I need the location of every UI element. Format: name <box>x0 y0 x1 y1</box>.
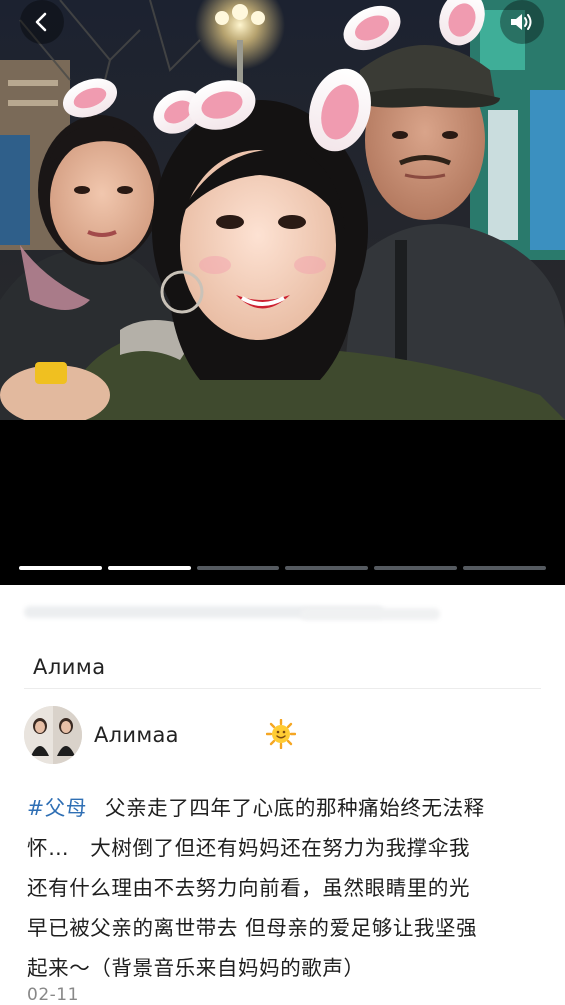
hashtag-link[interactable]: #父母 <box>27 796 87 820</box>
progress-segment <box>374 566 458 570</box>
speaker-volume-icon <box>511 14 532 30</box>
divider <box>24 688 541 689</box>
sound-button[interactable] <box>500 0 544 44</box>
post-description: #父母 父亲走了四年了心底的那种痛始终无法释 怀… 大树倒了但还有妈妈还在努力为我… <box>27 788 539 988</box>
post-photo <box>0 0 565 420</box>
back-button[interactable] <box>20 0 64 44</box>
description-line-5: 起来～（背景音乐来自妈妈的歌声） <box>27 956 365 980</box>
description-line-1: #父母 父亲走了四年了心底的那种痛始终无法释 <box>27 796 485 820</box>
progress-segment <box>285 566 369 570</box>
post-date: 02-11 <box>27 985 79 1005</box>
blurred-text <box>300 608 440 620</box>
author-name[interactable]: Алимаа <box>94 723 179 747</box>
progress-segment <box>196 566 280 570</box>
description-line-4: 早已被父亲的离世带去 但母亲的爱足够让我坚强 <box>27 916 478 940</box>
progress-segment <box>463 566 546 570</box>
avatar[interactable] <box>24 706 82 764</box>
description-line-2: 怀… 大树倒了但还有妈妈还在努力为我撑伞我 <box>27 836 471 860</box>
media-viewer[interactable] <box>0 0 565 585</box>
chevron-left-icon <box>35 12 47 32</box>
author-row[interactable]: Алимаа <box>24 706 541 764</box>
photo-illustration <box>0 0 565 420</box>
progress-segment <box>19 566 102 570</box>
avatar-image <box>24 706 82 764</box>
progress-segment <box>107 566 191 570</box>
carousel-progress <box>19 566 546 570</box>
post-title: Алима <box>33 655 106 679</box>
description-line-3: 还有什么理由不去努力向前看，虽然眼睛里的光 <box>27 876 471 900</box>
sun-with-face-icon <box>265 718 297 753</box>
